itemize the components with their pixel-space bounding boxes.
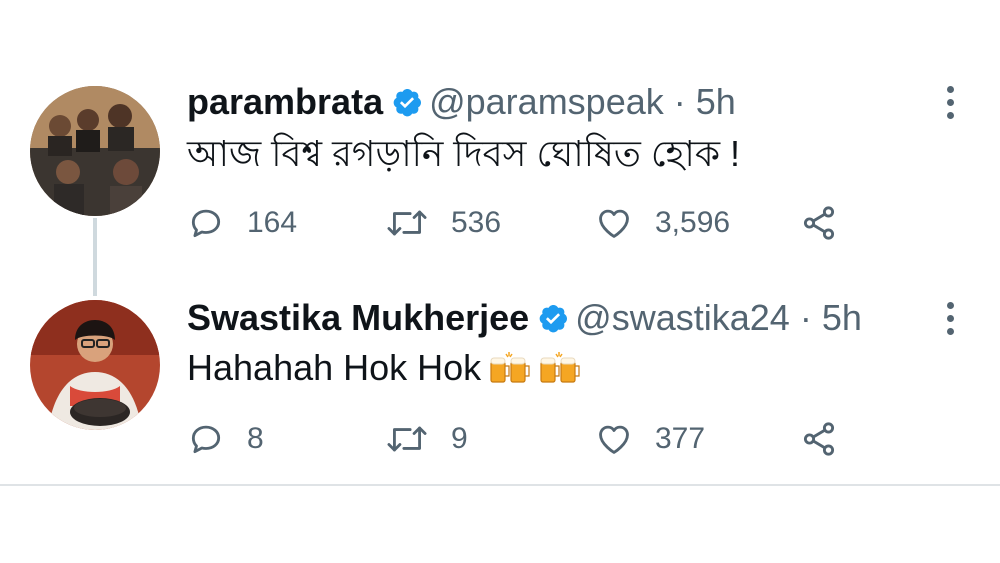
beer-mugs-emoji-icon: [487, 348, 531, 396]
share-button[interactable]: [799, 201, 861, 245]
like-button[interactable]: 3,596: [595, 201, 730, 245]
beer-mugs-emoji-icon: [537, 348, 581, 396]
display-name[interactable]: parambrata: [187, 81, 383, 122]
retweet-count: 536: [451, 206, 502, 239]
reply-icon: [191, 209, 221, 238]
tweet-header: Swastika Mukherjee @swastika24 · 5h: [187, 298, 862, 342]
retweet-button[interactable]: 536: [385, 201, 501, 245]
like-count: 377: [655, 422, 706, 455]
more-options-icon[interactable]: [940, 302, 960, 341]
tweet-header: parambrata @paramspeak · 5h: [187, 82, 736, 126]
reply-button[interactable]: 164: [187, 201, 297, 245]
avatar[interactable]: [30, 86, 160, 216]
tweet-text: Hahahah Hok Hok: [187, 346, 581, 396]
retweet-count: 9: [451, 422, 468, 455]
share-icon: [803, 206, 835, 240]
avatar[interactable]: [30, 300, 160, 430]
share-button[interactable]: [799, 417, 861, 461]
reply-icon: [191, 425, 221, 454]
tweet-text: আজ বিশ্ব রগড়ানি দিবস ঘোষিত হোক !: [187, 133, 741, 174]
separator: ·: [799, 297, 812, 338]
reply-count: 8: [247, 422, 264, 455]
retweet-icon: [387, 426, 427, 452]
divider: [0, 484, 1000, 486]
separator: ·: [673, 81, 686, 122]
tweet-text-content: Hahahah Hok Hok: [187, 347, 482, 388]
handle[interactable]: @paramspeak: [429, 81, 664, 122]
share-icon: [803, 422, 835, 456]
handle[interactable]: @swastika24: [575, 297, 790, 338]
tweet-actions: 8 9 377: [187, 417, 847, 461]
reply-count: 164: [247, 206, 298, 239]
verified-badge-icon: [391, 86, 423, 126]
verified-badge-icon: [537, 302, 569, 342]
more-options-icon[interactable]: [940, 86, 960, 125]
display-name[interactable]: Swastika Mukherjee: [187, 297, 529, 338]
thread-line: [93, 218, 97, 296]
retweet-icon: [387, 210, 427, 236]
tweet-actions: 164 536 3,596: [187, 201, 847, 245]
retweet-button[interactable]: 9: [385, 417, 468, 461]
like-count: 3,596: [655, 206, 731, 239]
reply-button[interactable]: 8: [187, 417, 264, 461]
like-button[interactable]: 377: [595, 417, 705, 461]
timestamp[interactable]: 5h: [696, 81, 736, 122]
heart-icon: [599, 209, 629, 238]
heart-icon: [599, 425, 629, 454]
timestamp[interactable]: 5h: [822, 297, 862, 338]
